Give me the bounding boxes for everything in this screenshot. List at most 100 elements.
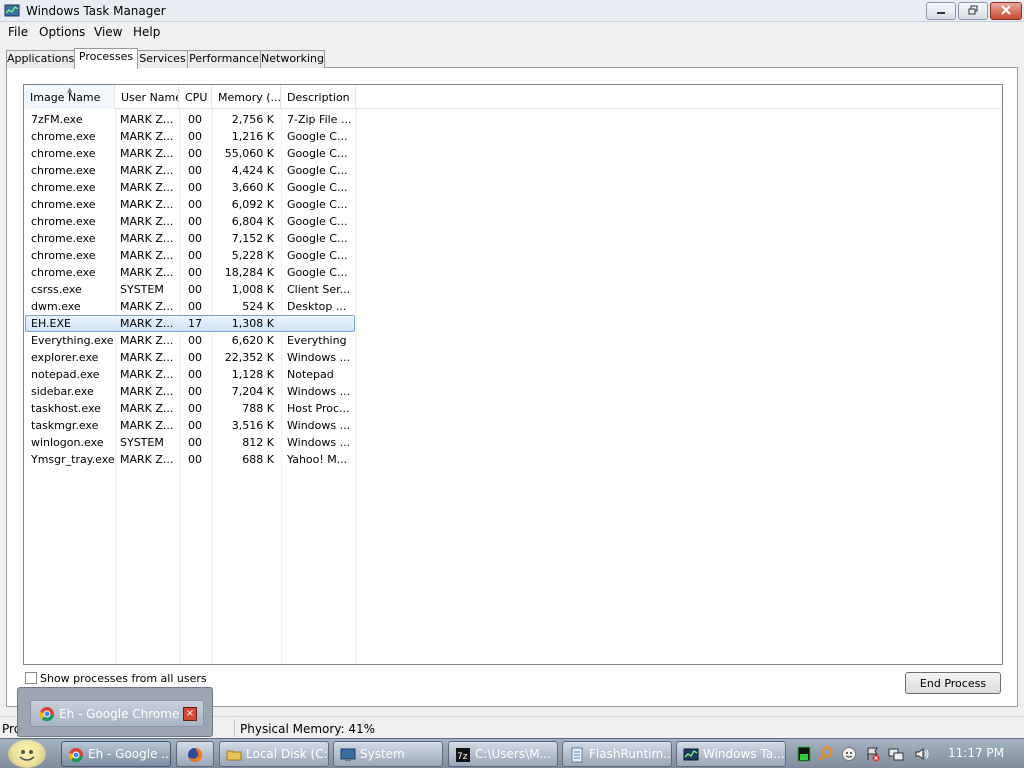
- taskbar-button-task-manager[interactable]: Windows Ta...: [676, 741, 786, 767]
- process-memory: 1,216 K: [231, 130, 274, 143]
- end-process-button[interactable]: End Process: [905, 672, 1001, 694]
- process-description: Host Proc...: [287, 402, 350, 415]
- title-bar: Windows Task Manager: [0, 0, 1024, 22]
- process-row[interactable]: chrome.exe MARK Z... 00 18,284 K Google C...: [24, 264, 1002, 281]
- messenger-icon[interactable]: [841, 746, 857, 762]
- process-user-name: MARK Z...: [120, 215, 174, 228]
- tab-networking[interactable]: Networking: [260, 50, 325, 68]
- process-image-name: chrome.exe: [31, 266, 96, 279]
- process-row[interactable]: Everything.exe MARK Z... 00 6,620 K Everythi…: [24, 332, 1002, 349]
- window-title: Windows Task Manager: [26, 4, 166, 18]
- process-description: Google C...: [287, 130, 348, 143]
- process-row[interactable]: taskhost.exe MARK Z... 00 788 K Host Proc...: [24, 400, 1002, 417]
- process-row[interactable]: EH.EXE MARK Z... 17 1,308 K: [24, 315, 1002, 332]
- process-row[interactable]: 7zFM.exe MARK Z... 00 2,756 K 7-Zip File ...: [24, 111, 1002, 128]
- tab-services[interactable]: Services: [137, 50, 188, 68]
- process-cpu: 17: [188, 317, 202, 330]
- process-image-name: dwm.exe: [31, 300, 81, 313]
- process-row[interactable]: Ymsgr_tray.exe MARK Z... 00 688 K Yahoo! M..…: [24, 451, 1002, 468]
- process-memory: 3,516 K: [231, 419, 274, 432]
- process-image-name: chrome.exe: [31, 249, 96, 262]
- process-description: Google C...: [287, 215, 348, 228]
- process-image-name: chrome.exe: [31, 130, 96, 143]
- minimize-button[interactable]: [926, 2, 956, 20]
- process-user-name: MARK Z...: [120, 198, 174, 211]
- menu-view[interactable]: View: [94, 25, 122, 39]
- process-user-name: MARK Z...: [120, 368, 174, 381]
- process-image-name: taskmgr.exe: [31, 419, 99, 432]
- column-header-user-name[interactable]: User Name: [115, 85, 179, 109]
- process-user-name: MARK Z...: [120, 130, 174, 143]
- process-row[interactable]: sidebar.exe MARK Z... 00 7,204 K Windows ...: [24, 383, 1002, 400]
- network-icon[interactable]: [888, 746, 904, 762]
- process-row[interactable]: chrome.exe MARK Z... 00 55,060 K Google C...: [24, 145, 1002, 162]
- process-description: Google C...: [287, 249, 348, 262]
- column-header-description[interactable]: Description: [281, 85, 356, 109]
- process-description: Windows ...: [287, 436, 351, 449]
- process-cpu: 00: [188, 385, 202, 398]
- process-row[interactable]: chrome.exe MARK Z... 00 6,804 K Google C...: [24, 213, 1002, 230]
- process-row[interactable]: chrome.exe MARK Z... 00 1,216 K Google C...: [24, 128, 1002, 145]
- process-list[interactable]: ▲ Image Name User Name CPU Memory (... D…: [23, 84, 1003, 665]
- taskbar-thumbnail-popup[interactable]: Eh - Google Chrome ×: [17, 687, 213, 737]
- start-button[interactable]: [8, 740, 46, 768]
- menu-help[interactable]: Help: [133, 25, 160, 39]
- taskbar-button-system[interactable]: System: [333, 741, 443, 767]
- process-row[interactable]: chrome.exe MARK Z... 00 7,152 K Google C...: [24, 230, 1002, 247]
- process-row[interactable]: chrome.exe MARK Z... 00 4,424 K Google C...: [24, 162, 1002, 179]
- column-header-cpu[interactable]: CPU: [179, 85, 212, 109]
- clock[interactable]: 11:17 PM: [948, 746, 1004, 760]
- process-cpu: 00: [188, 453, 202, 466]
- show-all-users-checkbox[interactable]: [25, 672, 37, 684]
- process-row[interactable]: notepad.exe MARK Z... 00 1,128 K Notepad: [24, 366, 1002, 383]
- process-row[interactable]: chrome.exe MARK Z... 00 3,660 K Google C...: [24, 179, 1002, 196]
- column-header-label: CPU: [185, 91, 208, 104]
- close-icon: [1001, 5, 1011, 15]
- process-row[interactable]: taskmgr.exe MARK Z... 00 3,516 K Windows ...: [24, 417, 1002, 434]
- process-row[interactable]: chrome.exe MARK Z... 00 6,092 K Google C...: [24, 196, 1002, 213]
- taskbar-button-7zip[interactable]: 7z C:\Users\M...: [448, 741, 558, 767]
- system-tray: 11:17 PM: [788, 741, 1024, 767]
- process-row[interactable]: dwm.exe MARK Z... 00 524 K Desktop ...: [24, 298, 1002, 315]
- taskbar-button-chrome[interactable]: Eh - Google ...: [61, 741, 171, 767]
- taskbar-button-local-disk[interactable]: Local Disk (C:): [219, 741, 329, 767]
- process-memory: 4,424 K: [231, 164, 274, 177]
- process-description: Notepad: [287, 368, 334, 381]
- process-cpu: 00: [188, 147, 202, 160]
- column-header-memory[interactable]: Memory (...: [212, 85, 281, 109]
- process-row[interactable]: chrome.exe MARK Z... 00 5,228 K Google C...: [24, 247, 1002, 264]
- process-cpu: 00: [188, 249, 202, 262]
- taskbar-button-notepad[interactable]: FlashRuntim...: [562, 741, 672, 767]
- volume-icon[interactable]: [914, 746, 930, 762]
- taskbar-button-firefox[interactable]: [176, 741, 214, 767]
- maximize-button[interactable]: [958, 2, 988, 20]
- show-all-users-label[interactable]: Show processes from all users: [40, 672, 207, 685]
- process-memory: 788 K: [242, 402, 274, 415]
- menu-file[interactable]: File: [8, 25, 28, 39]
- thumbnail-item[interactable]: Eh - Google Chrome ×: [30, 700, 204, 727]
- action-center-icon[interactable]: [865, 746, 881, 762]
- menu-options[interactable]: Options: [39, 25, 85, 39]
- process-memory: 7,204 K: [231, 385, 274, 398]
- cpu-meter-icon[interactable]: [796, 746, 812, 762]
- column-header-label: User Name: [121, 91, 179, 104]
- thumbnail-close-button[interactable]: ×: [183, 707, 197, 721]
- process-row[interactable]: csrss.exe SYSTEM 00 1,008 K Client Ser...: [24, 281, 1002, 298]
- process-cpu: 00: [188, 368, 202, 381]
- process-memory: 2,756 K: [231, 113, 274, 126]
- close-button[interactable]: [990, 2, 1022, 20]
- process-user-name: MARK Z...: [120, 300, 174, 313]
- process-memory: 6,620 K: [231, 334, 274, 347]
- search-icon[interactable]: [818, 746, 834, 762]
- process-row[interactable]: explorer.exe MARK Z... 00 22,352 K Windows .…: [24, 349, 1002, 366]
- process-memory: 5,228 K: [231, 249, 274, 262]
- column-header-image-name[interactable]: ▲ Image Name: [24, 85, 115, 109]
- tab-applications[interactable]: Applications: [6, 50, 75, 68]
- process-cpu: 00: [188, 215, 202, 228]
- tab-performance[interactable]: Performance: [187, 50, 261, 68]
- process-row[interactable]: winlogon.exe SYSTEM 00 812 K Windows ...: [24, 434, 1002, 451]
- process-cpu: 00: [188, 419, 202, 432]
- process-user-name: MARK Z...: [120, 351, 174, 364]
- tab-processes[interactable]: Processes: [74, 48, 138, 69]
- process-memory: 22,352 K: [224, 351, 274, 364]
